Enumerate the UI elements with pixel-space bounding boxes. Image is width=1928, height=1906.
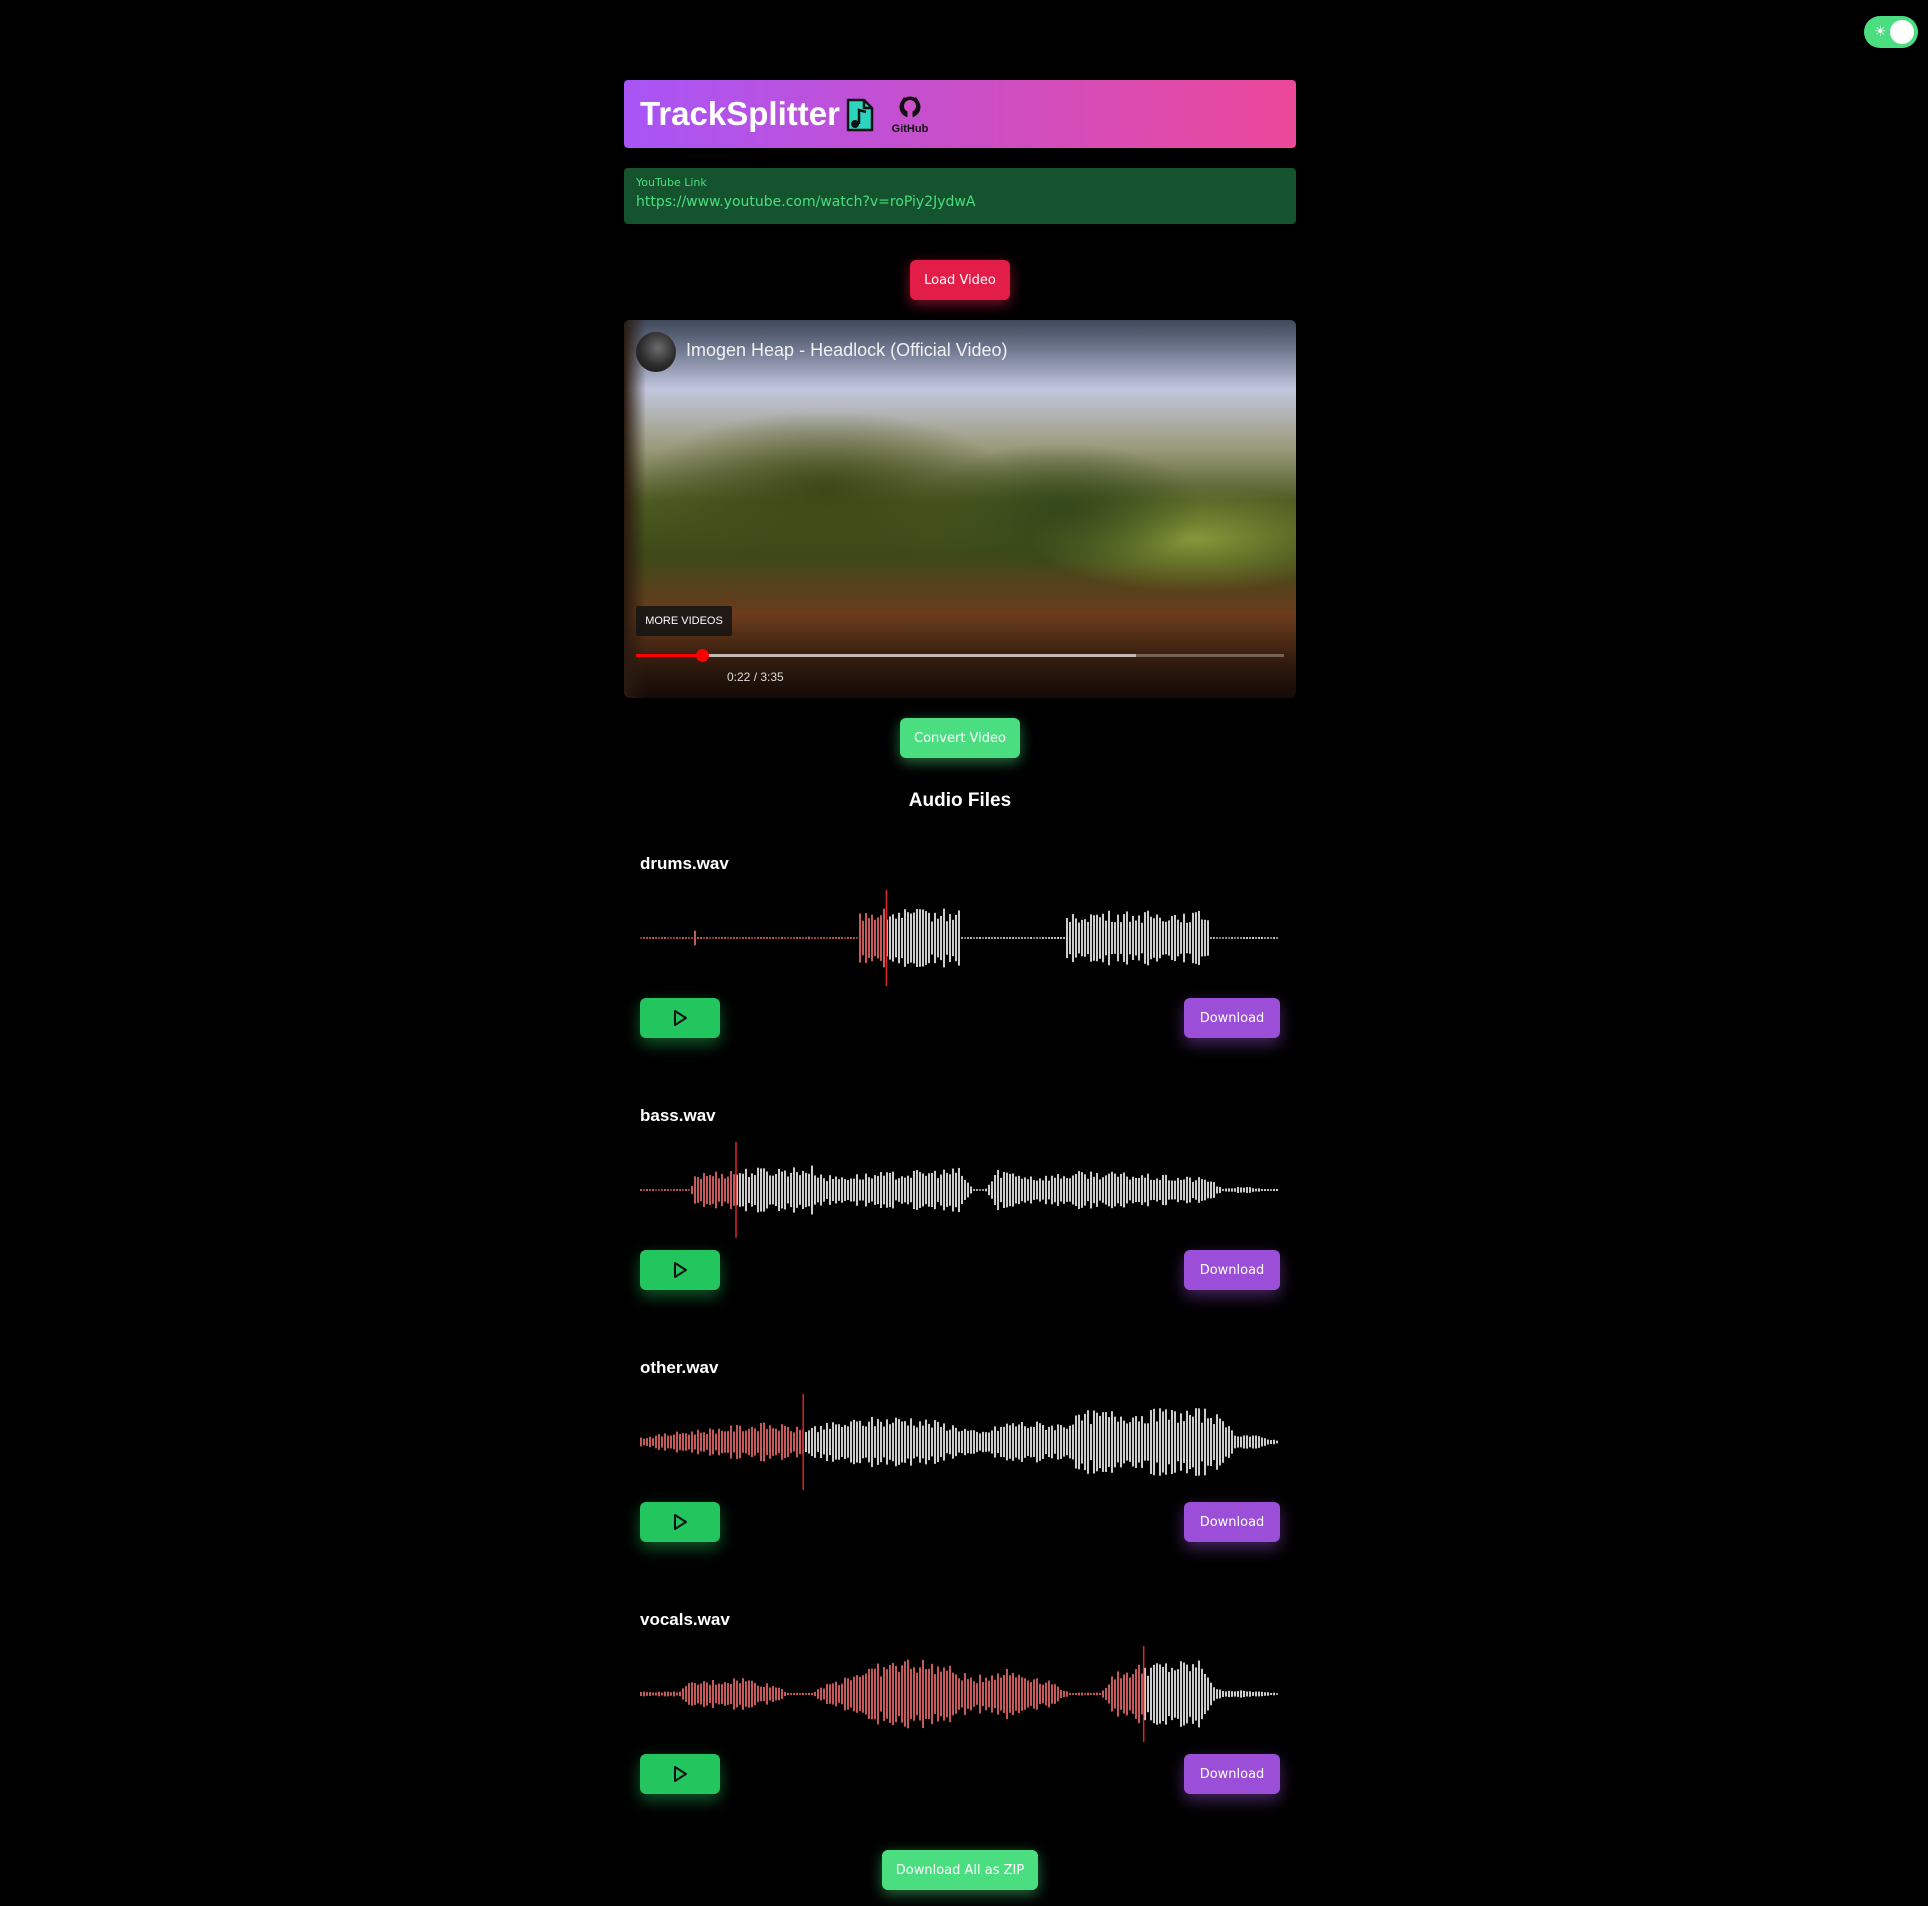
- youtube-link-input[interactable]: https://www.youtube.com/watch?v=roPiy2Jy…: [636, 194, 975, 210]
- load-video-button[interactable]: Load Video: [910, 260, 1010, 300]
- more-videos-button[interactable]: MORE VIDEOS: [636, 606, 732, 636]
- sun-icon: ☀: [1874, 24, 1887, 40]
- youtube-link-field[interactable]: YouTube Link https://www.youtube.com/wat…: [624, 168, 1296, 224]
- play-button[interactable]: [640, 1250, 720, 1290]
- convert-video-button[interactable]: Convert Video: [900, 718, 1020, 758]
- waveform[interactable]: [640, 888, 1280, 988]
- download-button[interactable]: Download: [1184, 1502, 1280, 1542]
- track-filename: vocals.wav: [640, 1610, 730, 1629]
- video-progress-bar[interactable]: [636, 649, 1284, 662]
- download-button[interactable]: Download: [1184, 1754, 1280, 1794]
- toggle-knob: [1890, 20, 1914, 44]
- track-filename: drums.wav: [640, 854, 729, 873]
- waveform[interactable]: [640, 1644, 1280, 1744]
- track-other: other.wav Download: [640, 1358, 1280, 1558]
- track-bass: bass.wav Download: [640, 1106, 1280, 1306]
- theme-toggle[interactable]: ☀: [1864, 16, 1918, 48]
- video-played: [636, 654, 703, 657]
- github-label: GitHub: [892, 123, 929, 134]
- youtube-link-label: YouTube Link: [636, 176, 707, 189]
- play-icon: [674, 1766, 687, 1782]
- video-player[interactable]: Imogen Heap - Headlock (Official Video) …: [624, 320, 1296, 698]
- play-button[interactable]: [640, 1502, 720, 1542]
- track-drums: drums.wav Download: [640, 854, 1280, 1054]
- music-file-icon[interactable]: [844, 98, 876, 132]
- video-title[interactable]: Imogen Heap - Headlock (Official Video): [686, 340, 1008, 361]
- app-title: TrackSplitter: [640, 95, 840, 132]
- track-filename: bass.wav: [640, 1106, 716, 1125]
- download-button[interactable]: Download: [1184, 998, 1280, 1038]
- github-icon[interactable]: GitHub: [888, 94, 932, 134]
- download-button[interactable]: Download: [1184, 1250, 1280, 1290]
- track-filename: other.wav: [640, 1358, 719, 1377]
- video-time: 0:22 / 3:35: [727, 670, 784, 684]
- audio-files-title: Audio Files: [908, 790, 1012, 811]
- play-icon: [674, 1010, 687, 1026]
- video-buffered: [636, 654, 1136, 657]
- download-zip-button[interactable]: Download All as ZIP: [882, 1850, 1038, 1890]
- app-header: TrackSplitter GitHub: [624, 80, 1296, 148]
- video-left-shade: [624, 320, 646, 698]
- track-vocals: vocals.wav Download: [640, 1610, 1280, 1810]
- play-icon: [674, 1514, 687, 1530]
- waveform[interactable]: [640, 1140, 1280, 1240]
- play-icon: [674, 1262, 687, 1278]
- video-scrubber[interactable]: [696, 649, 710, 662]
- play-button[interactable]: [640, 998, 720, 1038]
- waveform[interactable]: [640, 1392, 1280, 1492]
- channel-avatar[interactable]: [636, 332, 676, 372]
- play-button[interactable]: [640, 1754, 720, 1794]
